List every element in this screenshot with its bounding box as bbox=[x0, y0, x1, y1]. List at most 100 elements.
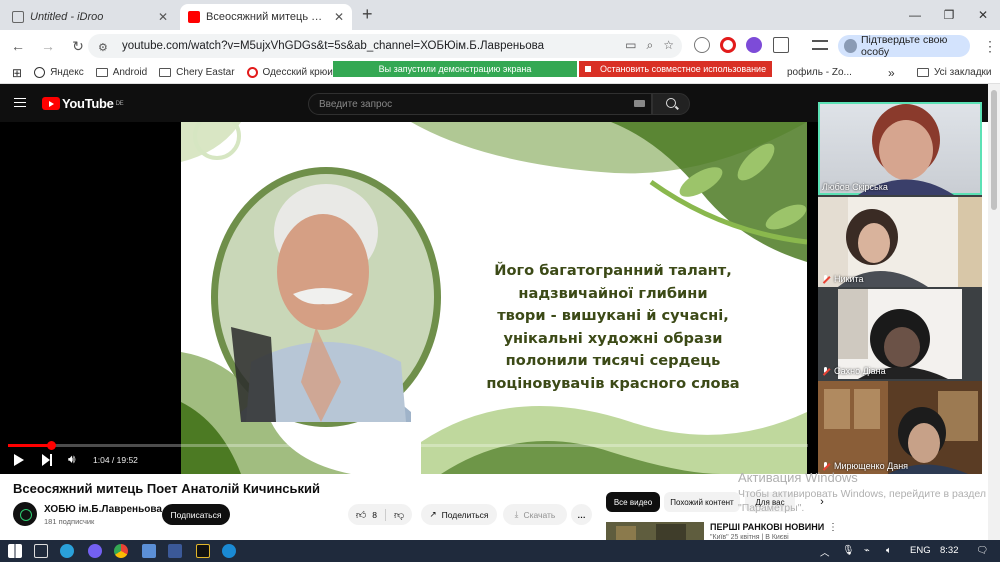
telegram-icon[interactable] bbox=[60, 544, 74, 558]
youtube-play-icon bbox=[42, 97, 60, 110]
chrome-icon[interactable] bbox=[114, 544, 128, 558]
tab-title: Untitled - iDroo bbox=[30, 11, 104, 23]
subscribe-button[interactable]: Подписаться bbox=[162, 504, 230, 525]
viber-icon[interactable] bbox=[88, 544, 102, 558]
video-player[interactable]: Його багатогранний талант, надзвичайної … bbox=[0, 122, 818, 474]
extensions-puzzle-icon[interactable] bbox=[773, 37, 789, 53]
apps-grid-icon[interactable]: ⊞ bbox=[12, 66, 22, 80]
maximize-button[interactable]: ❐ bbox=[932, 0, 966, 30]
like-button[interactable]: 👍︎ 8 bbox=[356, 509, 377, 521]
stop-sharing-button[interactable]: Остановить совместное использование bbox=[579, 61, 772, 77]
slide-line: поцiновувачів красного слова bbox=[486, 374, 740, 392]
participant-name-text: Никита bbox=[834, 274, 864, 284]
reload-button[interactable]: ↻ bbox=[66, 34, 90, 58]
divider bbox=[385, 508, 387, 521]
close-window-button[interactable]: ✕ bbox=[966, 0, 1000, 30]
windows-start-icon[interactable] bbox=[8, 544, 22, 558]
scrollbar-thumb[interactable] bbox=[991, 90, 997, 210]
download-label: Скачать bbox=[523, 509, 556, 520]
task-view-icon[interactable] bbox=[34, 544, 48, 558]
tab-youtube[interactable]: Всеосяжний митець Поет Анатолій Кичинськ… bbox=[180, 4, 352, 30]
play-icon[interactable] bbox=[14, 454, 24, 466]
zoom-icon[interactable]: ⌕ bbox=[647, 38, 654, 53]
bookmark-crewing[interactable]: Одесский крюинг bbox=[246, 67, 342, 78]
participant-tile[interactable]: Любов Скірська bbox=[818, 102, 982, 195]
new-tab-button[interactable]: + bbox=[362, 4, 373, 25]
bookmark-label: Android bbox=[112, 67, 148, 78]
recommended-video-thumbnail[interactable] bbox=[606, 522, 704, 540]
close-tab-icon[interactable]: ✕ bbox=[334, 10, 344, 24]
windows-taskbar: ︿ 🎙︎ ⌁ 🔈︎ ENG 8:32 🗨︎ bbox=[0, 540, 1000, 562]
channel-name[interactable]: ХОБЮ ім.Б.Лавреньова bbox=[44, 504, 162, 515]
calendar-app-icon[interactable] bbox=[142, 544, 156, 558]
media-app-icon[interactable] bbox=[196, 544, 210, 558]
forward-button[interactable]: → bbox=[36, 34, 60, 58]
bookmark-star-icon[interactable]: ☆ bbox=[663, 38, 674, 53]
search-input[interactable]: Введите запрос bbox=[308, 93, 652, 115]
bookmark-yandex[interactable]: Яндекс bbox=[34, 67, 84, 78]
stop-icon bbox=[585, 66, 591, 72]
keyboard-icon[interactable] bbox=[634, 100, 645, 107]
youtube-logo-text: YouTube bbox=[62, 96, 114, 111]
notifications-icon[interactable]: 🗨︎ bbox=[976, 545, 988, 556]
recommendation-menu-icon[interactable]: ⋮ bbox=[828, 522, 838, 533]
speaker-icon[interactable]: 🔈︎ bbox=[886, 545, 892, 556]
profile-verify-button[interactable]: Підтвердьте свою особу bbox=[838, 34, 970, 58]
back-button[interactable]: ← bbox=[6, 34, 30, 58]
idroo-icon bbox=[12, 11, 24, 23]
tab-idroo[interactable]: Untitled - iDroo ✕ bbox=[4, 4, 176, 30]
window-controls: — ❐ ✕ bbox=[898, 0, 1000, 30]
all-bookmarks[interactable]: Усі закладки bbox=[917, 67, 992, 78]
bookmark-label: Яндекс bbox=[50, 67, 84, 78]
participant-tile[interactable]: Сахно Діана bbox=[818, 289, 982, 379]
microphone-icon[interactable]: 🎙︎ bbox=[842, 545, 854, 556]
participant-tile[interactable]: Мирющенко Даня bbox=[818, 381, 982, 474]
browser-menu-icon[interactable]: ⋮ bbox=[978, 34, 1000, 58]
muted-mic-icon bbox=[822, 366, 829, 376]
thumbs-down-icon[interactable]: 👎︎ bbox=[394, 509, 404, 521]
clock[interactable]: 8:32 bbox=[940, 545, 959, 556]
windows-activation-title: Активация Windows bbox=[738, 470, 858, 485]
chip-related[interactable]: Похожий контент bbox=[664, 492, 740, 512]
store-icon[interactable] bbox=[168, 544, 182, 558]
bookmarks-overflow-button[interactable]: » bbox=[888, 66, 895, 80]
time-display: 1:04 / 19:52 bbox=[93, 455, 138, 465]
scrubber-handle[interactable] bbox=[47, 441, 57, 450]
youtube-logo[interactable]: YouTube DE bbox=[42, 96, 124, 111]
recommended-video-title[interactable]: ПЕРШІ РАНКОВІ НОВИНИ bbox=[710, 522, 824, 532]
close-tab-icon[interactable]: ✕ bbox=[158, 10, 168, 24]
minimize-button[interactable]: — bbox=[898, 0, 932, 30]
share-icon: ↗ bbox=[429, 509, 437, 519]
cast-icon[interactable]: ▭ bbox=[625, 38, 636, 53]
more-actions-button[interactable]: … bbox=[571, 504, 592, 525]
progress-bar[interactable] bbox=[8, 441, 808, 450]
download-button[interactable]: ⤓ Скачать bbox=[503, 504, 567, 525]
slide-line: Його багатогранний талант, bbox=[494, 262, 732, 279]
site-settings-icon[interactable]: ⚙ bbox=[98, 41, 112, 54]
media-controls-icon[interactable] bbox=[812, 40, 828, 50]
bookmark-profile-partial[interactable]: рофиль - Zo... bbox=[787, 67, 852, 78]
bookmark-android[interactable]: Android bbox=[95, 67, 148, 78]
page-scrollbar[interactable] bbox=[988, 84, 1000, 540]
bookmark-chery[interactable]: Chery Eastar bbox=[159, 67, 235, 78]
opera-extension-icon[interactable] bbox=[720, 37, 736, 53]
video-call-participants: Любов Скірська Никита Сахно Діана Мирюще… bbox=[818, 102, 982, 474]
input-language[interactable]: ENG bbox=[910, 545, 931, 556]
volume-icon[interactable]: 🔊︎ bbox=[68, 452, 76, 467]
thumbs-up-icon: 👍︎ bbox=[355, 509, 367, 521]
next-icon[interactable] bbox=[42, 454, 52, 466]
chip-all-videos[interactable]: Все видео bbox=[606, 492, 660, 512]
slide-line: надзвичайної глибини bbox=[518, 284, 708, 302]
edge-icon[interactable] bbox=[222, 544, 236, 558]
omnibox-actions: ▭ ⌕ ☆ bbox=[625, 38, 674, 53]
address-bar[interactable]: ⚙ youtube.com/watch?v=M5ujxVhGDGs&t=5s&a… bbox=[88, 34, 682, 58]
network-icon[interactable]: ⌁ bbox=[864, 545, 870, 556]
menu-icon[interactable] bbox=[14, 98, 26, 107]
tray-overflow-icon[interactable]: ︿ bbox=[820, 545, 830, 559]
search-button[interactable] bbox=[652, 93, 690, 115]
participant-tile[interactable]: Никита bbox=[818, 197, 982, 287]
share-button[interactable]: ↗ Поделиться bbox=[421, 504, 497, 525]
channel-avatar[interactable] bbox=[13, 502, 37, 526]
firefox-extension-icon[interactable] bbox=[746, 37, 762, 53]
globe-extension-icon[interactable] bbox=[694, 37, 710, 53]
